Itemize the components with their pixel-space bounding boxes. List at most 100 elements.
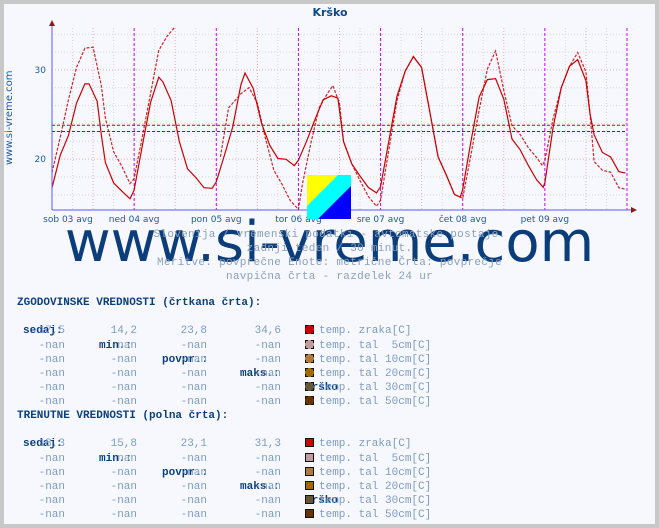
value-max: -nan: [254, 466, 281, 479]
value-avg: -nan: [180, 509, 207, 522]
value-min: 14,2: [110, 325, 137, 338]
value-now: -nan: [38, 396, 65, 409]
legend-swatch-icon: [305, 452, 314, 462]
table-row: 17,5 14,2 23,8 34,6 temp. zraka[C]: [17, 324, 411, 338]
value-min: -nan: [110, 480, 137, 493]
value-max: 31,3: [254, 438, 281, 451]
table-row: -nan -nan -nan -nan temp. tal 30cm[C]: [17, 381, 431, 395]
legend-label: temp. tal 20cm[C]: [319, 367, 432, 380]
legend-swatch-icon: [305, 438, 314, 448]
value-now: 18,3: [38, 438, 65, 451]
legend-item: temp. zraka[C]: [305, 437, 411, 451]
legend-label: temp. tal 50cm[C]: [319, 396, 432, 409]
legend-item: temp. tal 50cm[C]: [305, 395, 431, 409]
table-row: -nan -nan -nan -nan temp. tal 5cm[C]: [17, 452, 431, 466]
current-table: TRENUTNE VREDNOSTI (polna črta): sedaj: …: [17, 409, 431, 523]
y-ticks: 2030: [35, 66, 47, 165]
value-max: -nan: [254, 353, 281, 366]
value-avg: -nan: [180, 396, 207, 409]
value-now: -nan: [38, 367, 65, 380]
legend-swatch-icon: [305, 466, 314, 476]
table-row: -nan -nan -nan -nan temp. tal 50cm[C]: [17, 508, 431, 522]
legend-item: temp. tal 10cm[C]: [305, 353, 431, 367]
legend-label: temp. tal 5cm[C]: [319, 339, 432, 352]
value-avg: -nan: [180, 495, 207, 508]
legend-item: temp. tal 5cm[C]: [305, 452, 431, 466]
info-line-3: Meritve: povprečne Enote: metrične Črta:…: [156, 257, 503, 269]
value-max: -nan: [254, 495, 281, 508]
info-line-2: zadnji teden / 30 minut.: [246, 243, 413, 255]
value-now: -nan: [38, 353, 65, 366]
legend-item: temp. zraka[C]: [305, 324, 411, 338]
current-header-row: sedaj: min.: povpr.: maks.: Krško: [17, 423, 338, 507]
value-avg: -nan: [180, 452, 207, 465]
legend-swatch-icon: [305, 353, 314, 363]
value-min: -nan: [110, 452, 137, 465]
value-avg: 23,1: [180, 438, 207, 451]
legend-swatch-icon: [305, 495, 314, 505]
value-now: -nan: [38, 466, 65, 479]
value-now: -nan: [38, 452, 65, 465]
legend-item: temp. tal 30cm[C]: [305, 381, 431, 395]
value-avg: -nan: [180, 480, 207, 493]
value-max: -nan: [254, 452, 281, 465]
info-line-4: navpična črta - razdelek 24 ur: [225, 271, 434, 283]
legend-swatch-icon: [305, 480, 314, 490]
legend-label: temp. zraka[C]: [319, 325, 412, 338]
value-min: -nan: [110, 466, 137, 479]
legend-swatch-icon: [305, 509, 314, 519]
legend-swatch-icon: [305, 339, 314, 349]
table-row: -nan -nan -nan -nan temp. tal 5cm[C]: [17, 339, 431, 353]
legend-swatch-icon: [305, 325, 314, 335]
value-min: 15,8: [110, 438, 137, 451]
chart-title: Krško: [312, 6, 348, 19]
value-min: -nan: [110, 339, 137, 352]
value-now: -nan: [38, 382, 65, 395]
value-min: -nan: [110, 367, 137, 380]
legend-item: temp. tal 20cm[C]: [305, 367, 431, 381]
legend-label: temp. tal 50cm[C]: [319, 509, 432, 522]
legend-item: temp. tal 30cm[C]: [305, 494, 431, 508]
value-min: -nan: [110, 382, 137, 395]
value-max: -nan: [254, 509, 281, 522]
value-min: -nan: [110, 495, 137, 508]
value-max: -nan: [254, 339, 281, 352]
table-row: -nan -nan -nan -nan temp. tal 20cm[C]: [17, 480, 431, 494]
historic-heading: ZGODOVINSKE VREDNOSTI (črtkana črta):: [17, 297, 262, 309]
value-now: -nan: [38, 509, 65, 522]
value-avg: -nan: [180, 353, 207, 366]
legend-item: temp. tal 10cm[C]: [305, 466, 431, 480]
table-row: -nan -nan -nan -nan temp. tal 20cm[C]: [17, 367, 431, 381]
value-max: -nan: [254, 367, 281, 380]
legend-label: temp. tal 10cm[C]: [319, 466, 432, 479]
historic-header-row: sedaj: min.: povpr.: maks.: Krško: [17, 310, 338, 394]
value-min: -nan: [110, 396, 137, 409]
legend-swatch-icon: [305, 396, 314, 406]
legend-item: temp. tal 50cm[C]: [305, 508, 431, 522]
value-max: -nan: [254, 480, 281, 493]
value-max: 34,6: [254, 325, 281, 338]
info-line-1: Slovenija / vremenski podatki - avtomats…: [153, 229, 506, 241]
legend-label: temp. tal 30cm[C]: [319, 495, 432, 508]
y-axis-arrow-icon: [49, 20, 55, 26]
table-row: -nan -nan -nan -nan temp. tal 10cm[C]: [17, 466, 431, 480]
historic-table: ZGODOVINSKE VREDNOSTI (črtkana črta): se…: [17, 296, 431, 410]
value-min: -nan: [110, 509, 137, 522]
value-avg: -nan: [180, 382, 207, 395]
legend-swatch-icon: [305, 382, 314, 392]
legend-label: temp. tal 5cm[C]: [319, 452, 432, 465]
current-heading: TRENUTNE VREDNOSTI (polna črta):: [17, 410, 229, 422]
legend-label: temp. zraka[C]: [319, 438, 412, 451]
table-row: 18,3 15,8 23,1 31,3 temp. zraka[C]: [17, 437, 411, 451]
value-now: 17,5: [38, 325, 65, 338]
value-now: -nan: [38, 480, 65, 493]
table-row: -nan -nan -nan -nan temp. tal 50cm[C]: [17, 395, 431, 409]
table-row: -nan -nan -nan -nan temp. tal 10cm[C]: [17, 353, 431, 367]
value-max: -nan: [254, 382, 281, 395]
value-avg: -nan: [180, 367, 207, 380]
table-row: -nan -nan -nan -nan temp. tal 30cm[C]: [17, 494, 431, 508]
legend-item: temp. tal 20cm[C]: [305, 480, 431, 494]
legend-label: temp. tal 10cm[C]: [319, 353, 432, 366]
value-max: -nan: [254, 396, 281, 409]
value-avg: -nan: [180, 339, 207, 352]
